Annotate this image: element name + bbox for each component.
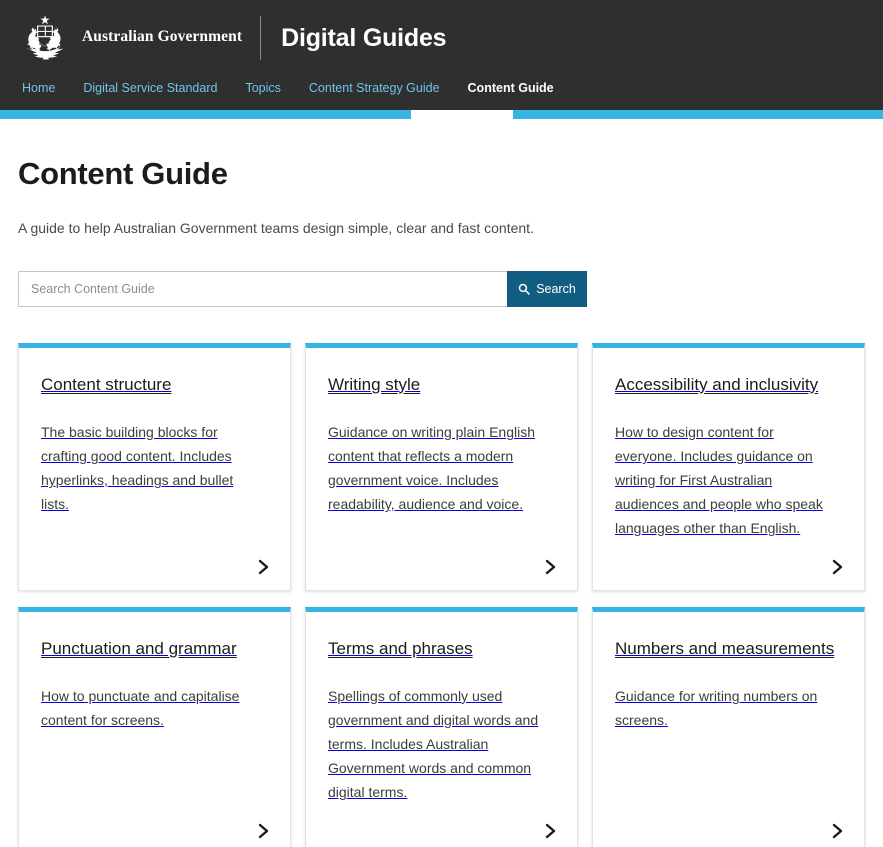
chevron-right-icon [541,558,559,576]
card-description: Guidance on writing plain English conten… [328,423,536,513]
australian-coat-of-arms-icon [18,13,72,63]
nav-item-content-strategy-guide[interactable]: Content Strategy Guide [309,81,440,107]
card-description: The basic building blocks for crafting g… [41,423,234,513]
card-description: How to punctuate and capitalise content … [41,687,240,729]
nav-item-home[interactable]: Home [22,81,55,107]
nav-item-digital-service-standard[interactable]: Digital Service Standard [83,81,217,107]
card-title: Accessibility and inclusivity [615,374,819,394]
card-title: Numbers and measurements [615,638,835,658]
government-wordmark: Australian Government [82,28,243,45]
card-punctuation-and-grammar[interactable]: Punctuation and grammar How to punctuate… [18,606,291,847]
chevron-right-icon [828,558,846,576]
chevron-right-icon [254,558,272,576]
guide-card-grid: Content structure The basic building blo… [18,342,865,847]
card-terms-and-phrases[interactable]: Terms and phrases Spellings of commonly … [305,606,578,847]
card-title: Writing style [328,374,421,394]
card-description: Spellings of commonly used government an… [328,687,539,801]
search-form: Search [18,270,587,307]
site-masthead: Australian Government Digital Guides Hom… [0,0,883,119]
chevron-right-icon [541,822,559,840]
search-icon [518,283,530,295]
active-tab-indicator [411,110,513,119]
brand-divider [260,16,262,60]
card-content-structure[interactable]: Content structure The basic building blo… [18,342,291,591]
chevron-right-icon [254,822,272,840]
search-button[interactable]: Search [507,270,587,307]
card-writing-style[interactable]: Writing style Guidance on writing plain … [305,342,578,591]
card-title: Terms and phrases [328,638,473,658]
card-description: How to design content for everyone. Incl… [615,423,823,537]
card-title: Content structure [41,374,172,394]
search-button-label: Search [536,281,576,296]
brand-row: Australian Government Digital Guides [0,0,883,62]
chevron-right-icon [828,822,846,840]
card-numbers-and-measurements[interactable]: Numbers and measurements Guidance for wr… [592,606,865,847]
card-title: Punctuation and grammar [41,638,237,658]
card-description: Guidance for writing numbers on screens. [615,687,818,729]
card-accessibility-and-inclusivity[interactable]: Accessibility and inclusivity How to des… [592,342,865,591]
search-input[interactable] [18,270,507,307]
page-title: Content Guide [18,156,228,191]
site-title: Digital Guides [281,23,447,52]
page-intro: A guide to help Australian Government te… [18,220,534,236]
accent-bar [0,110,883,119]
page-content: Content Guide A guide to help Australian… [0,156,883,847]
nav-item-topics[interactable]: Topics [245,81,280,107]
nav-item-content-guide[interactable]: Content Guide [468,81,554,107]
main-navigation: Home Digital Service Standard Topics Con… [0,62,883,107]
